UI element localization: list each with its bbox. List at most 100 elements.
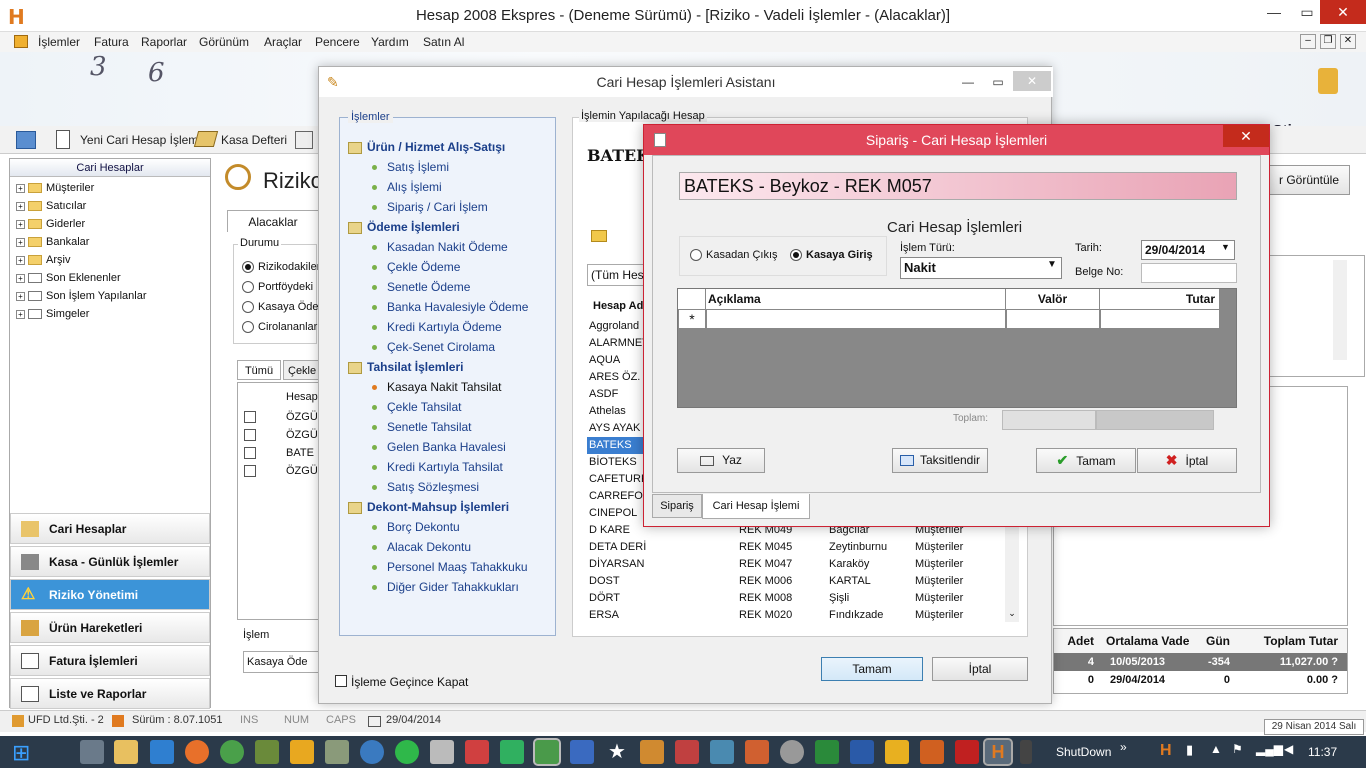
op-kasadan-nakit[interactable]: Kasadan Nakit Ödeme [372, 240, 508, 254]
op-diger-gider[interactable]: Diğer Gider Tahakkukları [372, 580, 519, 594]
app-icon[interactable] [920, 740, 944, 764]
table-row[interactable]: ÖZGÜ [286, 411, 318, 423]
star-icon[interactable]: ★ [605, 740, 629, 764]
app-icon[interactable] [465, 740, 489, 764]
folder-icon[interactable] [114, 740, 138, 764]
expand-icon[interactable]: + [16, 273, 25, 283]
op-senetle-odeme[interactable]: Senetle Ödeme [372, 280, 470, 294]
app-icon[interactable] [675, 740, 699, 764]
chevron-down-icon[interactable]: ▼ [1047, 259, 1057, 270]
status-option[interactable]: Kasaya Öde [242, 301, 319, 314]
minimize-icon[interactable]: — [953, 67, 983, 97]
close-icon[interactable]: ✕ [1013, 71, 1051, 91]
op-gelen-havale[interactable]: Gelen Banka Havalesi [372, 440, 506, 454]
tray-app-icon[interactable]: ▮ [1186, 742, 1193, 758]
status-option[interactable]: Portföydeki [242, 281, 313, 294]
nav-kasa[interactable]: Kasa - Günlük İşlemler [10, 546, 210, 577]
op-borc-dekontu[interactable]: Borç Dekontu [372, 520, 460, 534]
vb-icon[interactable] [570, 740, 594, 764]
network-icon[interactable]: ▂▄▆ [1256, 742, 1283, 756]
nav-riziko[interactable]: ⚠ Riziko Yönetimi [10, 579, 210, 610]
subtab-tumu[interactable]: Tümü [237, 360, 281, 380]
firefox-icon[interactable] [185, 740, 209, 764]
expand-icon[interactable]: + [16, 237, 25, 247]
account-list-item[interactable]: CAFETURK [589, 471, 648, 488]
excel-icon[interactable] [815, 740, 839, 764]
tree-item-arsiv[interactable]: + Arşiv [16, 251, 70, 269]
op-cekle-tahsilat[interactable]: Çekle Tahsilat [372, 400, 461, 414]
tree-item-musteriler[interactable]: + Müşteriler [16, 179, 94, 197]
filezilla-icon[interactable] [955, 740, 979, 764]
nav-liste[interactable]: Liste ve Raporlar [10, 678, 210, 709]
clock[interactable]: 11:37 [1308, 745, 1337, 759]
subtab-cekle[interactable]: Çekle [283, 360, 319, 380]
order-cancel-button[interactable]: ✖ İptal [1137, 448, 1237, 473]
account-list-cell[interactable]: Müşteriler [915, 607, 963, 624]
account-list-cell[interactable]: Şişli [829, 590, 849, 607]
radio-kasaya-giris[interactable]: Kasaya Giriş [790, 249, 873, 262]
order-ok-button[interactable]: ✔ Tamam [1036, 448, 1136, 473]
op-senetle-tahsilat[interactable]: Senetle Tahsilat [372, 420, 472, 434]
word-icon[interactable] [850, 740, 874, 764]
table-row[interactable]: ÖZGÜ [286, 429, 318, 441]
radio-icon[interactable] [690, 249, 702, 262]
tab-alacaklar[interactable]: Alacaklar [227, 210, 319, 232]
itunes-icon[interactable] [360, 740, 384, 764]
account-list-item[interactable]: AQUA [589, 352, 620, 369]
chevron-right-icon[interactable]: » [1120, 740, 1127, 754]
account-list-cell[interactable]: Fındıkzade [829, 607, 883, 624]
visual-studio-icon[interactable] [500, 740, 524, 764]
type-select[interactable]: Nakit [900, 257, 1062, 279]
app-icon[interactable] [430, 740, 454, 764]
nav-cari-hesaplar[interactable]: Cari Hesaplar [10, 513, 210, 544]
app-icon[interactable] [780, 740, 804, 764]
account-list-cell[interactable]: Müşteriler [915, 539, 963, 556]
app-icon[interactable] [745, 740, 769, 764]
menu-pencere[interactable]: Pencere [315, 35, 360, 49]
op-satis[interactable]: Satış İşlemi [372, 160, 449, 174]
radio-icon[interactable] [790, 249, 802, 262]
explorer-icon[interactable] [80, 740, 104, 764]
grid-cell-aciklama[interactable] [706, 309, 1006, 329]
shutdown-label[interactable]: ShutDown [1056, 745, 1111, 759]
grid-cell-tutar[interactable] [1100, 309, 1220, 329]
status-option[interactable]: Cirolananlar [242, 321, 317, 334]
doc-field[interactable] [1141, 263, 1237, 283]
volume-icon[interactable]: ◀ [1284, 742, 1293, 756]
show-button[interactable]: r Görüntüle [1268, 165, 1350, 195]
account-list-cell[interactable]: Müşteriler [915, 556, 963, 573]
radio-icon[interactable] [242, 321, 254, 334]
account-list-item[interactable]: DETA DERİ [589, 539, 646, 556]
table-row[interactable]: BATE [286, 447, 314, 459]
account-list-item[interactable]: ERSA [589, 607, 619, 624]
nav-urun[interactable]: Ürün Hareketleri [10, 612, 210, 643]
account-list-cell[interactable]: REK M047 [739, 556, 792, 573]
account-list-cell[interactable]: Müşteriler [915, 590, 963, 607]
op-banka-havale[interactable]: Banka Havalesiyle Ödeme [372, 300, 528, 314]
islem-select[interactable]: Kasaya Öde [243, 651, 319, 673]
spotify-icon[interactable] [395, 740, 419, 764]
print-button[interactable]: Yaz [677, 448, 765, 473]
start-icon[interactable]: ⊞ [12, 742, 38, 764]
chevron-down-icon[interactable]: ⌄ [1005, 608, 1019, 619]
close-after-checkbox[interactable] [335, 675, 347, 687]
radio-kasadan-cikis[interactable]: Kasadan Çıkış [690, 249, 778, 262]
account-list-cell[interactable]: Zeytinburnu [829, 539, 887, 556]
menu-islemler[interactable]: İşlemler [38, 35, 80, 49]
maximize-icon[interactable]: ▭ [1294, 0, 1320, 24]
nav-fatura[interactable]: Fatura İşlemleri [10, 645, 210, 676]
account-list-item[interactable]: AYS AYAK [589, 420, 640, 437]
report-icon[interactable] [295, 131, 313, 149]
op-kredi-kart-odeme[interactable]: Kredi Kartıyla Ödeme [372, 320, 502, 334]
op-cek-senet-ciro[interactable]: Çek-Senet Cirolama [372, 340, 495, 354]
expand-icon[interactable]: + [16, 291, 25, 301]
row-checkbox[interactable] [244, 447, 256, 459]
app-icon[interactable] [325, 740, 349, 764]
radio-icon[interactable] [242, 301, 254, 314]
tab-siparis[interactable]: Sipariş [652, 494, 702, 518]
row-checkbox[interactable] [244, 465, 256, 477]
media-icon[interactable] [290, 740, 314, 764]
account-list-item[interactable]: CINEPOL [589, 505, 637, 522]
account-list-item[interactable]: Athelas [589, 403, 626, 420]
account-list-item[interactable]: ASDF [589, 386, 618, 403]
